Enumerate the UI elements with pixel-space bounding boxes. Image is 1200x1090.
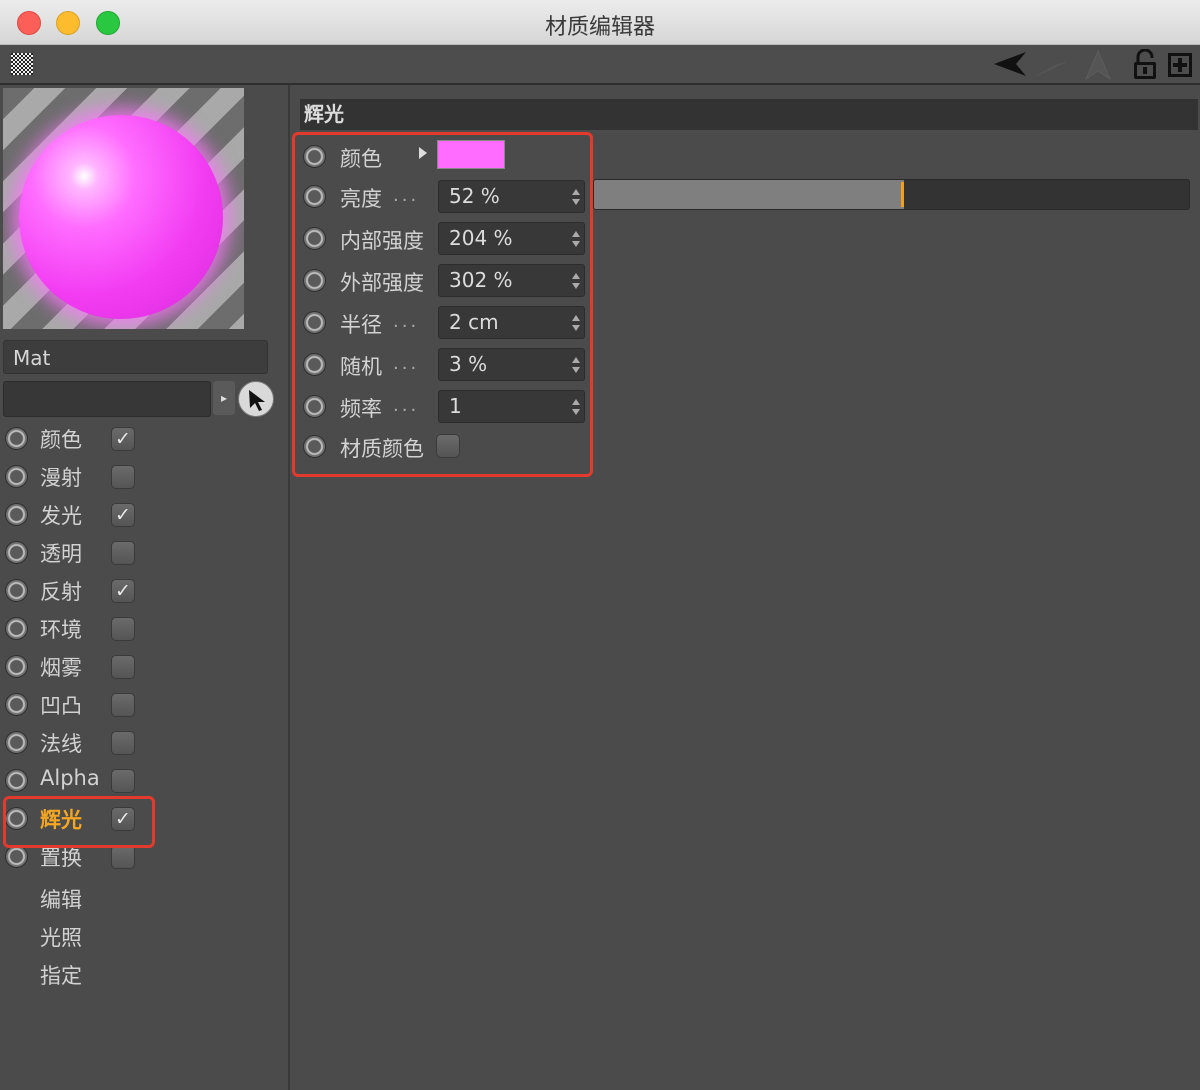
- channel-checkbox[interactable]: [111, 769, 135, 793]
- channel-label[interactable]: 透明: [40, 538, 82, 568]
- channel-checkbox[interactable]: [111, 655, 135, 679]
- channel-label[interactable]: Alpha: [40, 766, 100, 790]
- channel-label[interactable]: 环境: [40, 614, 82, 644]
- channel-bump[interactable]: 凹凸: [5, 687, 285, 723]
- link-arrow-button[interactable]: ▸: [213, 381, 235, 415]
- channel-transparency[interactable]: 透明: [5, 535, 285, 571]
- animate-radio[interactable]: [5, 693, 28, 716]
- section-title: 辉光: [300, 99, 1198, 130]
- channel-label[interactable]: 法线: [40, 728, 82, 758]
- material-link-field[interactable]: [3, 381, 211, 417]
- channel-label[interactable]: 漫射: [40, 462, 82, 492]
- brightness-slider[interactable]: [593, 179, 1190, 210]
- new-window-icon[interactable]: [1166, 49, 1194, 79]
- channel-color[interactable]: 颜色 ✓: [5, 421, 285, 457]
- animate-radio[interactable]: [5, 579, 28, 602]
- lock-icon[interactable]: [1130, 49, 1160, 81]
- channel-normal[interactable]: 法线: [5, 725, 285, 761]
- preview-sphere: [19, 115, 223, 319]
- channel-checkbox[interactable]: ✓: [111, 579, 135, 603]
- channel-label[interactable]: 发光: [40, 500, 82, 530]
- material-preview[interactable]: [3, 88, 244, 329]
- channel-label[interactable]: 颜色: [40, 424, 82, 454]
- animate-radio[interactable]: [5, 731, 28, 754]
- channel-alpha[interactable]: Alpha: [5, 763, 285, 799]
- channel-checkbox[interactable]: ✓: [111, 427, 135, 451]
- channel-environment[interactable]: 环境: [5, 611, 285, 647]
- channel-checkbox[interactable]: [111, 693, 135, 717]
- channel-checkbox[interactable]: [111, 617, 135, 641]
- animate-radio[interactable]: [5, 769, 28, 792]
- channel-label[interactable]: 烟雾: [40, 652, 82, 682]
- slider-fill: [594, 180, 905, 209]
- animate-radio[interactable]: [5, 845, 28, 868]
- animate-radio[interactable]: [5, 617, 28, 640]
- channel-checkbox[interactable]: [111, 731, 135, 755]
- parameters-highlight: [292, 132, 593, 477]
- page-illumination[interactable]: 光照: [40, 922, 82, 952]
- channel-checkbox[interactable]: ✓: [111, 503, 135, 527]
- active-channel-highlight: [3, 796, 155, 848]
- animate-radio[interactable]: [5, 503, 28, 526]
- pick-cursor-icon[interactable]: [238, 381, 274, 417]
- title-bar: 材质编辑器: [0, 0, 1200, 45]
- animate-radio[interactable]: [5, 655, 28, 678]
- page-edit[interactable]: 编辑: [40, 884, 82, 914]
- channel-label[interactable]: 凹凸: [40, 690, 82, 720]
- channel-luminance[interactable]: 发光 ✓: [5, 497, 285, 533]
- material-name-field[interactable]: Mat: [3, 340, 268, 374]
- forward-arrow-icon[interactable]: [1032, 49, 1072, 79]
- channel-label[interactable]: 反射: [40, 576, 82, 606]
- channel-reflectance[interactable]: 反射 ✓: [5, 573, 285, 609]
- grip-icon[interactable]: [11, 53, 33, 75]
- channel-fog[interactable]: 烟雾: [5, 649, 285, 685]
- up-arrow-icon[interactable]: [1080, 49, 1116, 81]
- slider-handle[interactable]: [901, 182, 905, 207]
- channel-checkbox[interactable]: [111, 541, 135, 565]
- animate-radio[interactable]: [5, 541, 28, 564]
- page-assign[interactable]: 指定: [40, 960, 82, 990]
- channel-checkbox[interactable]: [111, 465, 135, 489]
- window-title: 材质编辑器: [544, 15, 655, 40]
- animate-radio[interactable]: [5, 427, 28, 450]
- back-arrow-icon[interactable]: [990, 49, 1034, 79]
- toolbar: [0, 45, 1200, 85]
- channel-diffusion[interactable]: 漫射: [5, 459, 285, 495]
- animate-radio[interactable]: [5, 465, 28, 488]
- channel-checkbox[interactable]: [111, 845, 135, 869]
